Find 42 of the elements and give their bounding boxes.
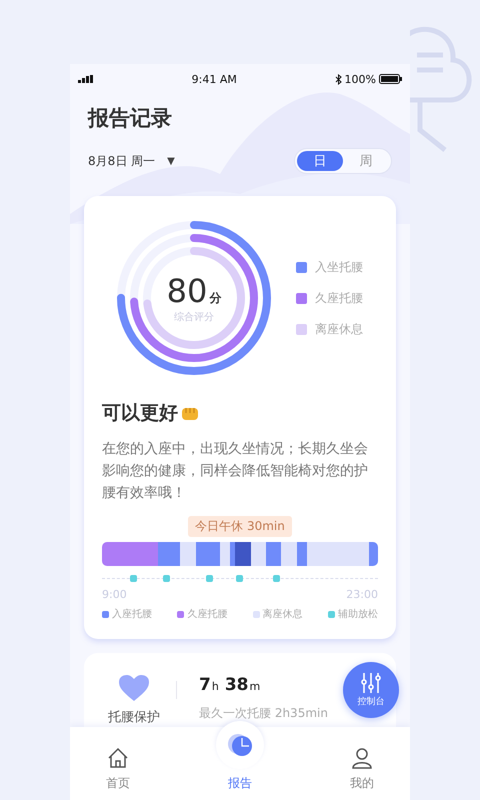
legend-swatch bbox=[328, 610, 335, 618]
status-time: 9:41 AM bbox=[192, 72, 237, 86]
period-tab[interactable]: 周 bbox=[343, 151, 389, 171]
date-dropdown-caret[interactable]: ▼ bbox=[167, 156, 175, 166]
legend-swatch bbox=[177, 610, 184, 618]
legend-label: 离座休息 bbox=[262, 608, 303, 621]
page-title: 报告记录 bbox=[88, 105, 173, 132]
legend-swatch bbox=[296, 292, 307, 304]
signal-icon bbox=[78, 75, 94, 83]
minutes-value: 38 bbox=[224, 675, 248, 695]
legend-swatch bbox=[296, 262, 307, 272]
sliders-icon bbox=[360, 672, 382, 694]
user-icon bbox=[351, 747, 373, 769]
legend-label: 久座托腰 bbox=[315, 290, 363, 306]
date-label: 8月8日 周一 bbox=[88, 152, 156, 170]
tab-bar-item[interactable]: 首页 bbox=[88, 727, 148, 800]
hours-unit: h bbox=[212, 680, 219, 693]
legend-label: 辅助放松 bbox=[338, 608, 378, 621]
hours-value: 7 bbox=[199, 675, 211, 695]
battery-icon bbox=[378, 74, 402, 84]
home-icon bbox=[107, 747, 129, 769]
legend-swatch bbox=[102, 610, 109, 618]
nap-tooltip: 今日午休 30min bbox=[188, 516, 292, 537]
battery-percentage: 100% bbox=[344, 72, 376, 86]
bluetooth-icon bbox=[334, 74, 342, 84]
score-value: 80 bbox=[166, 272, 208, 310]
legend-label: 入座托腰 bbox=[112, 608, 152, 621]
verdict-title: 可以更好 bbox=[102, 401, 178, 426]
pie-chart-icon bbox=[226, 731, 254, 759]
score-unit: 分 bbox=[209, 290, 222, 307]
minutes-unit: m bbox=[250, 680, 260, 693]
period-tab[interactable]: 日 bbox=[297, 151, 343, 171]
legend-swatch bbox=[296, 324, 307, 334]
verdict-text: 在您的入座中，出现久坐情况；长期久坐会影响您的健康，同样会降低智能椅对您的护腰有效率哦！ bbox=[102, 440, 369, 503]
legend-label: 久座托腰 bbox=[187, 608, 228, 621]
heart-icon bbox=[119, 675, 149, 702]
legend-swatch bbox=[252, 610, 260, 618]
legend-label: 离座休息 bbox=[315, 320, 363, 338]
summary-label: 托腰保护 bbox=[108, 709, 160, 726]
tab-bar-item[interactable]: 我的 bbox=[332, 727, 392, 800]
summary-note: 最久一次托腰 2h35min bbox=[199, 705, 328, 722]
legend-label: 入坐托腰 bbox=[315, 258, 363, 276]
